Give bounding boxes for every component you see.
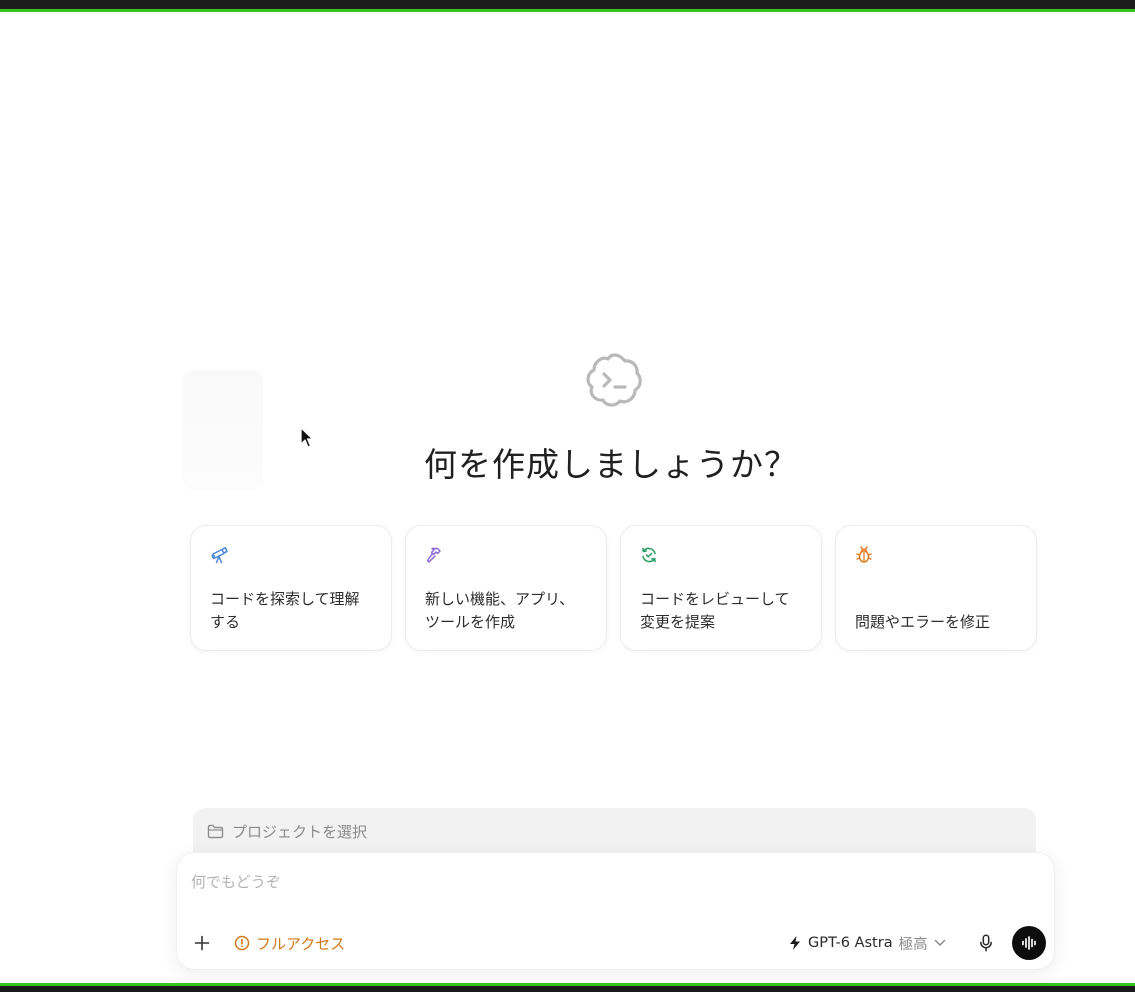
hammer-icon [426,547,441,563]
model-selector[interactable]: GPT-6 Astra 極高 [788,931,946,955]
folder-icon [207,824,224,838]
app-logo-icon [586,353,642,407]
model-effort: 極高 [898,936,928,953]
plus-icon [194,935,210,951]
suggestion-card-label: 問題やエラーを修正 [855,613,991,631]
waveform-icon [1022,936,1036,950]
suggestion-card-fix[interactable]: 問題やエラーを修正 [835,525,1037,651]
telescope-icon [211,547,228,564]
access-mode-label: フルアクセス [256,934,346,953]
warning-circle-icon [234,935,250,951]
microphone-button[interactable] [975,931,997,955]
chevron-down-icon [934,939,945,946]
project-selector[interactable]: プロジェクトを選択 [193,808,1036,854]
suggestion-card-label: コードを探索して理解 する [210,590,360,631]
voice-mode-button[interactable] [1012,926,1046,960]
review-refresh-icon [642,547,656,563]
suggestion-card-label: 新しい機能、アプリ、 ツールを作成 [425,590,575,631]
project-selector-label: プロジェクトを選択 [232,822,368,841]
suggestion-cards: コードを探索して理解 する 新しい機能、アプリ、 ツールを作成 コードをレビュー… [190,525,1040,651]
add-attachment-button[interactable] [191,932,213,954]
window-top-border [0,0,1135,12]
page-title: 何を作成しましょうか？ [424,445,798,484]
bug-icon [856,546,872,563]
model-name: GPT-6 Astra [808,935,893,951]
microphone-icon [980,934,992,952]
suggestion-card-review[interactable]: コードをレビューして 変更を提案 [620,525,822,651]
suggestion-card-explore[interactable]: コードを探索して理解 する [190,525,392,651]
prompt-input[interactable] [189,867,1033,897]
composer: フルアクセス GPT-6 Astra 極高 [176,852,1055,970]
lightning-icon [790,936,800,950]
window-bottom-border [0,983,1135,992]
access-mode-button[interactable]: フルアクセス [234,931,345,955]
suggestion-card-build[interactable]: 新しい機能、アプリ、 ツールを作成 [405,525,607,651]
suggestion-card-label: コードをレビューして 変更を提案 [640,590,790,631]
